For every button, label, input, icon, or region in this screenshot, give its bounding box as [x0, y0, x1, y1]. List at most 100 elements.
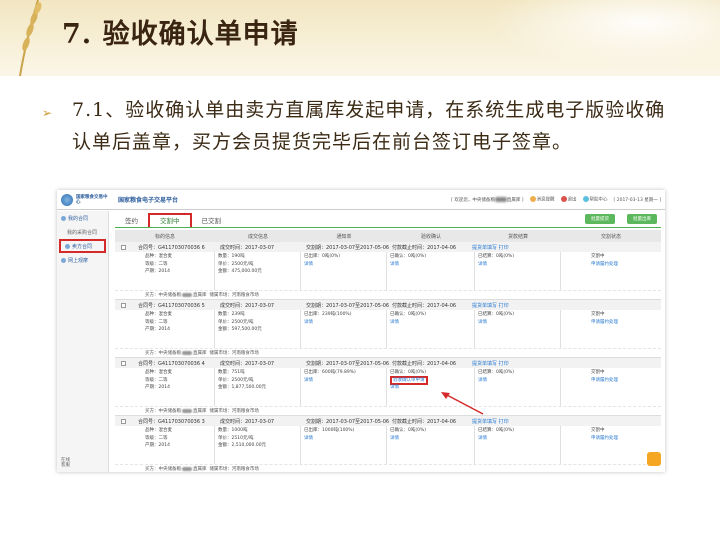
sidebar-item-purchase-contracts[interactable]: 我的采购合同 [57, 225, 108, 239]
batch-pickup-button[interactable]: 批量提货 [585, 214, 615, 224]
grade: 等级：二等 [145, 319, 168, 325]
accept-request-wrapper: 验收确认单申请 [390, 375, 471, 385]
tab-delivering[interactable]: 交割中 [148, 213, 192, 227]
delivery-status: 交割中 [591, 428, 605, 433]
pickup-form-link[interactable]: 提货单填写 [472, 360, 497, 367]
seller-suffix: 直属库 [193, 467, 207, 472]
payment-detail-link[interactable]: 详情 [478, 377, 557, 385]
help-link[interactable]: 帮助中心 [582, 196, 608, 203]
price: 单价：2510元/吨 [218, 435, 254, 441]
payment-deadline: 付款截止时间：2017-04-06 [392, 360, 457, 367]
site-title: 国家粮食电子交易平台 [118, 197, 179, 204]
notice-status: 已出库：1000吨(100%) [304, 428, 355, 433]
blurred-name [182, 351, 192, 355]
delivery-status: 交割中 [591, 254, 605, 259]
deal-cell: 数量：190吨 单价：2500元/吨 金额：475,000.00元 [215, 252, 301, 290]
payment-detail-link[interactable]: 详情 [478, 261, 557, 269]
order-header: 合同号：G411703070036 6 成交时间：2017-03-07 交割期：… [115, 242, 661, 252]
row-checkbox[interactable] [121, 302, 126, 308]
price: 单价：2500元/吨 [218, 377, 254, 383]
status-cell: 交割中 申请履约处理 [561, 310, 661, 348]
wheat-icon [19, 0, 42, 76]
messages-link[interactable]: 消息提醒 [529, 196, 555, 203]
notice-cell: 已出库：239吨(100%) 详情 [301, 310, 387, 348]
help-icon [582, 196, 589, 203]
batch-outbound-button[interactable]: 批量出库 [627, 214, 657, 224]
order-body: 品种：混合麦 等级：二等 产期：2014 数量：190吨 单价：2500元/吨 金额：4… [115, 252, 661, 290]
year: 产期：2014 [145, 269, 170, 274]
apply-handling-link[interactable]: 申请履约处理 [591, 261, 658, 269]
price: 单价：2500元/吨 [218, 261, 254, 267]
main-content: 签约 交割中 已交割 批量提货 批量出库 标的信息 成交信息 通知单 验收确认 … [115, 213, 661, 472]
chat-icon[interactable] [647, 452, 661, 466]
contract-number: 合同号：G411703070036 4 [138, 360, 205, 367]
deal-time: 成交时间：2017-03-07 [220, 418, 275, 425]
subject-cell: 品种：混合麦 等级：二等 产期：2014 [115, 426, 215, 464]
variety: 品种：混合麦 [145, 370, 172, 375]
payment-status: 已结算：0吨(0%) [478, 254, 515, 259]
notice-detail-link[interactable]: 详情 [304, 435, 383, 443]
deal-time: 成交时间：2017-03-07 [220, 360, 275, 367]
subject-cell: 品种：混合麦 等级：二等 产期：2014 [115, 310, 215, 348]
pickup-form-link[interactable]: 提货单填写 [472, 244, 497, 251]
message-icon [529, 196, 536, 203]
sidebar: 我的合同 我的采购合同 卖方合同 网上观摩 在线客服 [57, 211, 109, 472]
sidebar-item-online-observe[interactable]: 网上观摩 [57, 253, 108, 267]
subject-cell: 品种：混合麦 等级：二等 产期：2014 [115, 252, 215, 290]
notice-detail-link[interactable]: 详情 [304, 319, 383, 327]
year: 产期：2014 [145, 443, 170, 448]
quantity: 数量：190吨 [218, 254, 245, 259]
date-text: [ 2017-03-13 星期一 ] [613, 197, 661, 203]
apply-handling-link[interactable]: 申请履约处理 [591, 377, 658, 385]
logout-link[interactable]: 退出 [560, 196, 577, 203]
accept-detail-link[interactable]: 详情 [390, 319, 471, 327]
print-link[interactable]: 打印 [499, 360, 509, 367]
row-checkbox[interactable] [121, 418, 126, 424]
bullet-text: 7.1、验收确认单由卖方直属库发起申请，在系统生成电子版验收确认单后盖章，买方会… [72, 99, 666, 153]
sidebar-item-my-contracts[interactable]: 我的合同 [57, 211, 108, 225]
col-accept: 验收确认 [420, 233, 441, 240]
grade: 等级：二等 [145, 435, 168, 441]
payment-deadline: 付款截止时间：2017-04-06 [392, 418, 457, 425]
apply-handling-link[interactable]: 申请履约处理 [591, 319, 658, 327]
delivery-period: 交割期：2017-03-07至2017-05-06 [306, 302, 390, 309]
accept-detail-link[interactable]: 详情 [390, 435, 471, 443]
delivery-period: 交割期：2017-03-07至2017-05-06 [306, 360, 390, 367]
accept-detail-link[interactable]: 详情 [390, 261, 471, 269]
order-header: 合同号：G411703070036 5 成交时间：2017-03-07 交割期：… [115, 300, 661, 310]
apply-handling-link[interactable]: 申请履约处理 [591, 435, 658, 443]
seller-name: 买方：中央储备粮 [145, 467, 181, 472]
status-cell: 交割中 申请履约处理 [561, 426, 661, 464]
delivery-period: 交割期：2017-03-07至2017-05-06 [306, 418, 390, 425]
accept-status: 已确认：0吨(0%) [390, 254, 427, 259]
seller-row: 买方：中央储备粮 直属库 储属市场：河南粮食市场 [115, 348, 661, 357]
slide-banner: 7. 验收确认单申请 [0, 0, 720, 76]
pickup-form-link[interactable]: 提货单填写 [472, 302, 497, 309]
row-checkbox[interactable] [121, 244, 126, 250]
notice-detail-link[interactable]: 详情 [304, 377, 383, 385]
top-bar-right: [ 欢迎您，中央储备粮 直属库 ] 消息提醒 退出 帮助中心 [ 2017-03-… [451, 196, 661, 203]
market-name: 储属市场：河南粮食市场 [209, 409, 259, 414]
table-row: 合同号：G411703070036 5 成交时间：2017-03-07 交割期：… [115, 300, 661, 358]
notice-detail-link[interactable]: 详情 [304, 261, 383, 269]
col-payment: 货款结算 [507, 233, 528, 240]
logout-icon [560, 196, 567, 203]
order-body: 品种：混合麦 等级：二等 产期：2014 数量：751吨 单价：2500元/吨 金额：1… [115, 368, 661, 406]
pickup-form-link[interactable]: 提货单填写 [472, 418, 497, 425]
tab-delivered[interactable]: 已交割 [192, 215, 232, 227]
table-row: 合同号：G411703070036 3 成交时间：2017-03-07 交割期：… [115, 416, 661, 472]
order-header: 合同号：G411703070036 4 成交时间：2017-03-07 交割期：… [115, 358, 661, 368]
payment-detail-link[interactable]: 详情 [478, 319, 557, 327]
sidebar-item-seller-contracts[interactable]: 卖方合同 [59, 239, 106, 253]
print-link[interactable]: 打印 [499, 418, 509, 425]
seller-row: 买方：中央储备粮 直属库 储属市场：河南粮食市场 [115, 406, 661, 415]
customer-service-link[interactable]: 在线客服 [61, 458, 71, 468]
seller-row: 买方：中央储备粮 直属库 储属市场：河南粮食市场 [115, 290, 661, 299]
payment-detail-link[interactable]: 详情 [478, 435, 557, 443]
tab-sign[interactable]: 签约 [115, 215, 148, 227]
seller-name: 买方：中央储备粮 [145, 351, 181, 356]
payment-status: 已结算：0吨(0%) [478, 312, 515, 317]
row-checkbox[interactable] [121, 360, 126, 366]
print-link[interactable]: 打印 [499, 244, 509, 251]
print-link[interactable]: 打印 [499, 302, 509, 309]
